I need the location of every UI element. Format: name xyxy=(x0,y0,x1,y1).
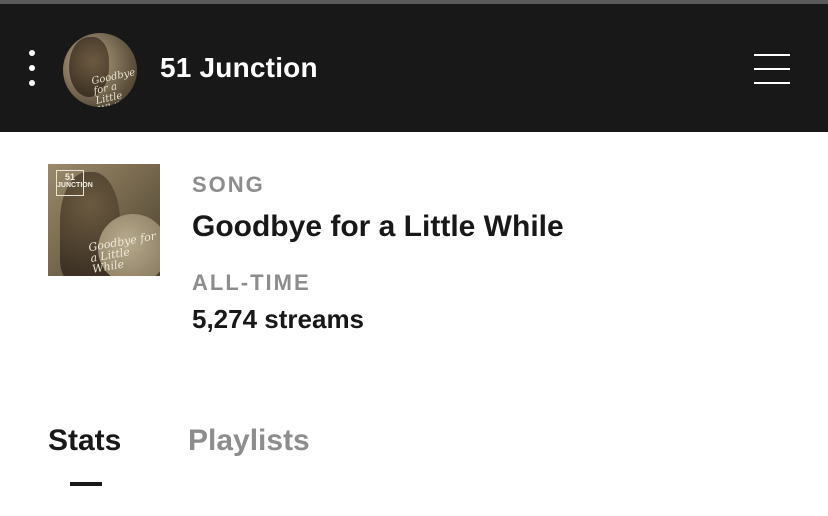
tab-stats[interactable]: Stats xyxy=(48,424,121,458)
artist-name[interactable]: 51 Junction xyxy=(160,52,318,84)
cover-badge-number: 51 xyxy=(64,172,75,182)
menu-line xyxy=(754,68,790,70)
menu-line xyxy=(754,82,790,84)
song-title: Goodbye for a Little While xyxy=(192,210,564,243)
dot xyxy=(29,50,35,56)
hamburger-menu-icon[interactable] xyxy=(752,52,792,86)
cover-badge-text: JUNCTION xyxy=(57,182,93,189)
period-label: ALL-TIME xyxy=(192,270,311,295)
dot xyxy=(29,80,35,86)
active-tab-indicator xyxy=(70,482,102,486)
song-cover-art[interactable]: 51 JUNCTION Goodbye for a Little While xyxy=(48,164,160,276)
artist-avatar[interactable]: Goodbye for a Little While xyxy=(63,33,137,107)
item-type-label: SONG xyxy=(192,172,265,197)
tab-playlists[interactable]: Playlists xyxy=(188,424,310,458)
more-options-icon[interactable] xyxy=(22,46,42,90)
dot xyxy=(29,65,35,71)
stream-count: 5,274 streams xyxy=(192,304,365,334)
avatar-script-text: Goodbye for a Little While xyxy=(90,67,137,107)
app-header: Goodbye for a Little While 51 Junction xyxy=(0,4,828,132)
menu-line xyxy=(754,54,790,56)
cover-logo-badge: 51 JUNCTION xyxy=(56,170,93,196)
